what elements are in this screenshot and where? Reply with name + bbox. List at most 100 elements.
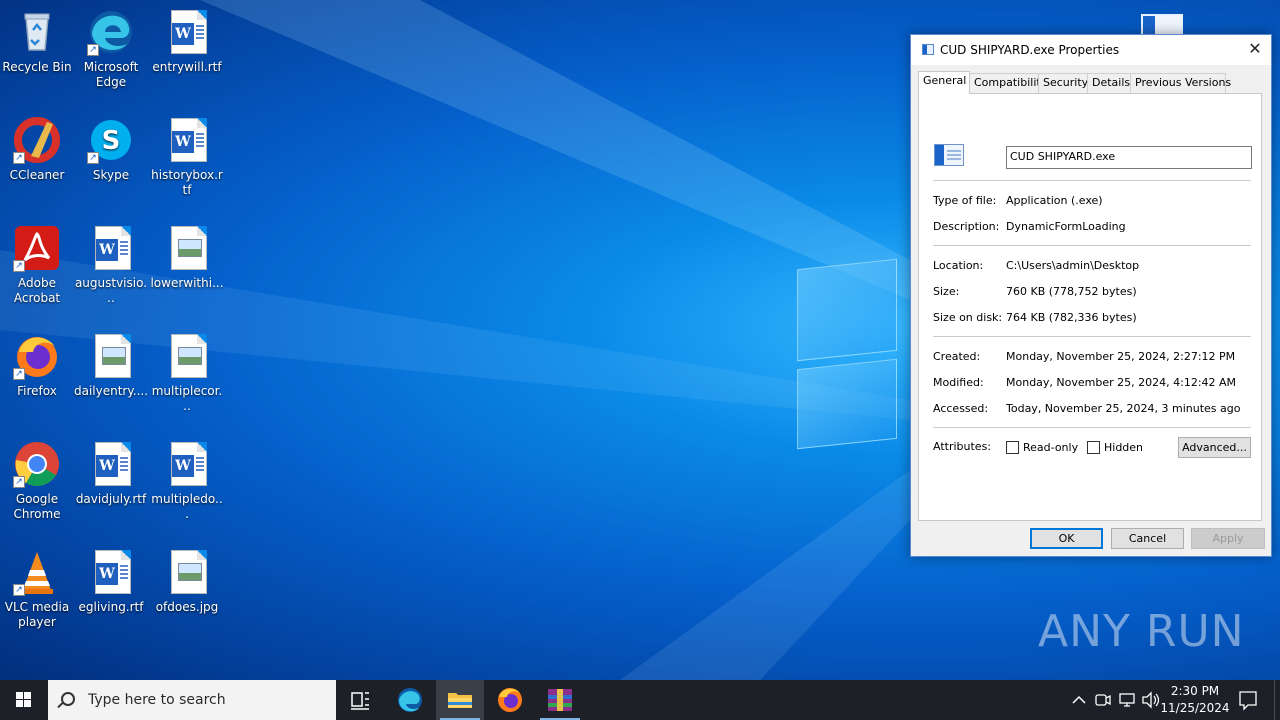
start-button[interactable] [0,680,48,720]
desktop-icon-label: entrywill.rtf [152,60,222,74]
accessed-value: Today, November 25, 2024, 3 minutes ago [1006,402,1241,415]
size-label: Size: [933,285,960,298]
file-explorer-icon [448,693,472,708]
notification-icon [1239,691,1257,711]
shortcut-arrow-icon: ↗ [87,44,99,56]
svg-text:S: S [102,126,121,156]
shortcut-arrow-icon: ↗ [13,584,25,596]
edge-icon [398,688,422,712]
taskbar-clock[interactable]: 2:30 PM 11/25/2024 [1160,683,1230,717]
tray-network[interactable] [1116,680,1138,720]
firefox-icon [498,688,522,712]
search-icon [61,692,75,706]
desktop-icon-adobe-acrobat[interactable]: ↗ Adobe Acrobat [0,224,74,306]
desktop-icon-firefox[interactable]: ↗ Firefox [0,332,74,399]
close-button[interactable]: ✕ [1239,35,1271,63]
edge-icon: ↗ [87,8,135,56]
ccleaner-icon: ↗ [13,116,61,164]
size-value: 760 KB (778,752 bytes) [1006,285,1137,298]
taskbar-firefox-button[interactable] [486,680,534,720]
hidden-checkbox[interactable] [1087,441,1100,454]
desktop-icon-lowerwithin[interactable]: lowerwithi... [150,224,224,291]
general-tab-panel: CUD SHIPYARD.exe Type of file: Applicati… [918,93,1262,521]
file-name-field[interactable]: CUD SHIPYARD.exe [1006,146,1252,169]
location-label: Location: [933,259,984,272]
desktop-icon-label: egliving.rtf [78,600,144,614]
taskbar-search-box[interactable]: Type here to search [48,680,336,720]
image-file-icon [87,332,135,380]
readonly-label[interactable]: Read-only [1023,441,1078,454]
desktop-icon-dailyentry[interactable]: dailyentry.... [74,332,148,399]
desktop-icon-vlc[interactable]: ↗ VLC media player [0,548,74,630]
desktop-icon-egliving[interactable]: W egliving.rtf [74,548,148,615]
tray-meet-now[interactable] [1092,680,1114,720]
desktop-icon-davidjuly[interactable]: W davidjuly.rtf [74,440,148,507]
desktop-icon-multiplecor[interactable]: multiplecor... [150,332,224,414]
image-file-icon [163,224,211,272]
taskbar-edge-button[interactable] [386,680,434,720]
desktop-icon-microsoft-edge[interactable]: ↗ Microsoft Edge [74,8,148,90]
ok-button[interactable]: OK [1030,528,1103,549]
cancel-button[interactable]: Cancel [1111,528,1184,549]
image-file-icon [163,332,211,380]
dragged-file-icon [1141,14,1183,36]
acrobat-icon: ↗ [13,224,61,272]
task-view-button[interactable] [336,680,384,720]
word-document-icon: W [163,440,211,488]
desktop-icon-historybox[interactable]: W historybox.rtf [150,116,224,198]
tab-compatibility[interactable]: Compatibility [969,73,1047,93]
advanced-button[interactable]: Advanced... [1178,437,1251,458]
desktop-icon-google-chrome[interactable]: ↗ Google Chrome [0,440,74,522]
windows-start-icon [16,692,31,707]
tab-details[interactable]: Details [1087,73,1131,93]
camera-icon [1095,694,1111,706]
anyrun-watermark: ANY RUN [1038,606,1245,657]
chevron-up-icon [1072,695,1086,704]
application-icon [934,144,964,166]
shortcut-arrow-icon: ↗ [13,476,25,488]
tab-previous-versions[interactable]: Previous Versions [1130,73,1231,93]
tab-general[interactable]: General [918,71,970,94]
desktop-icon-label: Skype [92,168,130,182]
desktop-icon-label: dailyentry.... [74,384,149,398]
desktop-icon-ccleaner[interactable]: ↗ CCleaner [0,116,74,183]
taskbar-winrar-button[interactable] [536,680,584,720]
created-label: Created: [933,350,981,363]
chrome-icon: ↗ [13,440,61,488]
desktop-icon-recycle-bin[interactable]: Recycle Bin [0,8,74,75]
exe-file-icon [922,44,934,55]
desktop-icon-label: Firefox [17,384,57,398]
apply-button[interactable]: Apply [1191,528,1265,549]
taskbar-file-explorer-button[interactable] [436,680,484,720]
skype-icon: S ↗ [87,116,135,164]
windows-logo-pane [797,258,897,362]
desktop-icon-label: augustvisio... [74,276,148,305]
show-desktop-button[interactable] [1274,680,1280,720]
desktop-icon-augustvision[interactable]: W augustvisio... [74,224,148,306]
tab-security[interactable]: Security [1038,73,1088,93]
vlc-icon: ↗ [13,548,61,596]
desktop-icon-skype[interactable]: S ↗ Skype [74,116,148,183]
readonly-checkbox[interactable] [1006,441,1019,454]
clock-date: 11/25/2024 [1160,701,1230,715]
desktop-icon-label: VLC media player [4,600,70,629]
desktop-icon-ofdoes[interactable]: ofdoes.jpg [150,548,224,615]
desktop-icon-label: historybox.rtf [151,168,223,197]
desktop-icon-multipledo[interactable]: W multipledo... [150,440,224,522]
separator [933,245,1251,246]
show-hidden-icons-button[interactable] [1068,680,1090,720]
hidden-label[interactable]: Hidden [1104,441,1143,454]
notifications-button[interactable] [1234,680,1262,720]
modified-value: Monday, November 25, 2024, 4:12:42 AM [1006,376,1237,389]
desktop-icon-entrywill[interactable]: W entrywill.rtf [150,8,224,75]
desktop-icon-label: CCleaner [9,168,65,182]
separator [933,180,1251,181]
desktop-icon-label: Recycle Bin [2,60,72,74]
tray-volume[interactable] [1140,680,1162,720]
type-label: Type of file: [933,194,997,207]
taskbar: Type here to search 2:30 PM 11/25/2024 [0,680,1280,720]
separator [933,427,1251,428]
winrar-icon [548,689,572,711]
location-value: C:\Users\admin\Desktop [1006,259,1140,272]
dialog-titlebar[interactable]: CUD SHIPYARD.exe Properties ✕ [911,35,1271,65]
